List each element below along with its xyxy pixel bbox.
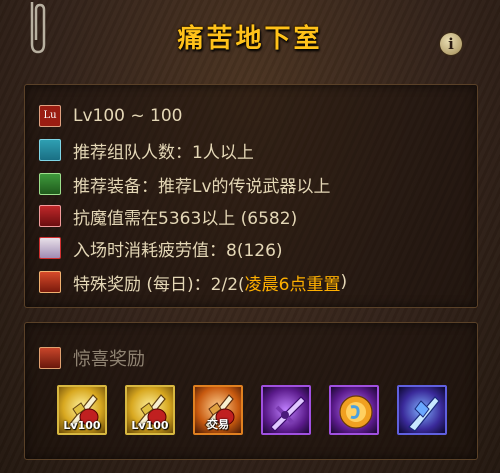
reward-items: Lv100 Lv100 交易 (57, 385, 465, 435)
special-reward-tail: ) (340, 272, 348, 292)
resistance-text: 抗魔值需在5363以上 (6582) (73, 208, 298, 229)
level-row: Lu Lv100 ~ 100 (39, 103, 182, 129)
special-reward-text: 特殊奖励 (每日)：2/2( (73, 274, 245, 295)
reward-item-weapon-box-tradable[interactable]: 交易 (193, 385, 243, 435)
level-icon: Lu (39, 105, 61, 127)
equipment-row: 推荐装备：推荐Lv的传说武器以上 (39, 171, 331, 197)
reward-item-purple-sword[interactable] (261, 385, 311, 435)
chest-icon (39, 271, 61, 293)
level-range: Lv100 ~ 100 (73, 106, 183, 126)
reward-item-weapon-box-1[interactable]: Lv100 (57, 385, 107, 435)
item-level-tag: Lv100 (63, 419, 101, 432)
item-level-tag: Lv100 (131, 419, 169, 432)
dungeon-tooltip: 痛苦地下室 ⅰ Lu Lv100 ~ 100 推荐组队人数：1人以上 推荐装备：… (0, 0, 500, 473)
party-size-text: 推荐组队人数：1人以上 (73, 142, 254, 163)
sword-icon (39, 173, 61, 195)
chest-icon (39, 347, 61, 369)
dungeon-info-panel: Lu Lv100 ~ 100 推荐组队人数：1人以上 推荐装备：推荐Lv的传说武… (24, 84, 478, 308)
reward-item-orb[interactable] (329, 385, 379, 435)
fatigue-icon (39, 237, 61, 259)
party-row: 推荐组队人数：1人以上 (39, 137, 254, 163)
info-icon[interactable]: ⅰ (440, 33, 462, 55)
item-trade-tag: 交易 (207, 418, 229, 431)
resistance-icon (39, 205, 61, 227)
fatigue-row: 入场时消耗疲劳值：8(126) (39, 235, 283, 261)
reward-item-weapon-box-2[interactable]: Lv100 (125, 385, 175, 435)
purple-sword-icon (270, 396, 306, 432)
reward-heading: 惊喜奖励 (39, 345, 145, 371)
reset-time-text: 凌晨6点重置 (244, 274, 341, 295)
equipment-text: 推荐装备：推荐Lv的传说武器以上 (73, 176, 331, 197)
orb-icon (339, 395, 373, 429)
party-icon (39, 139, 61, 161)
special-reward-row: 特殊奖励 (每日)：2/2(凌晨6点重置) (39, 269, 347, 295)
reward-item-crystal-shard[interactable] (397, 385, 447, 435)
crystal-shard-icon (408, 396, 440, 432)
surprise-reward-panel: 惊喜奖励 Lv100 Lv100 交易 (24, 322, 478, 460)
resistance-row: 抗魔值需在5363以上 (6582) (39, 203, 297, 229)
reward-heading-label: 惊喜奖励 (73, 349, 145, 370)
dungeon-title: 痛苦地下室 (177, 24, 323, 54)
fatigue-text: 入场时消耗疲劳值：8(126) (73, 240, 283, 261)
